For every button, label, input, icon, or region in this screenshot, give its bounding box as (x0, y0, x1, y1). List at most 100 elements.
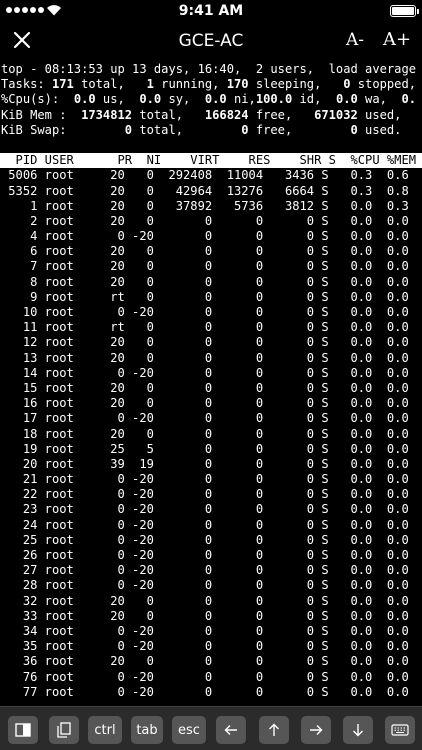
table-cell: 0 (153, 259, 213, 274)
terminal-output[interactable]: top - 08:13:53 up 13 days, 16:40, 2 user… (0, 62, 422, 706)
table-cell: 6664 (263, 183, 315, 198)
arrow-up-key[interactable] (259, 716, 289, 744)
table-row: 4 root 0 -20 0 0 0 S 0.0 0.0 (0, 229, 422, 244)
table-cell: 0 (153, 578, 213, 593)
table-cell: 20 (95, 198, 125, 213)
table-cell: 0.0 (328, 472, 373, 487)
table-cell: 0.0 (328, 289, 373, 304)
table-cell: 39 (95, 456, 125, 471)
process-table-header: PID USER PR NI VIRT RES SHR S %CPU %MEM (0, 153, 422, 169)
table-cell: 0 (212, 259, 264, 274)
table-cell: 0 (263, 411, 315, 426)
arrow-up-icon (269, 723, 279, 736)
mem-line: KiB Mem : 1734812 total, 166824 free, 67… (1, 107, 402, 122)
table-cell: 14 (1, 365, 38, 380)
table-cell: 25 (1, 532, 38, 547)
table-cell: S (314, 517, 329, 532)
table-cell: 26 (1, 548, 38, 562)
table-cell: root (37, 335, 96, 350)
table-cell: 0 (124, 213, 154, 228)
table-cell: 20 (95, 396, 125, 411)
table-row: 11 root rt 0 0 0 0 S 0.0 0.0 (0, 320, 422, 335)
table-cell: S (314, 274, 329, 289)
table-cell: -20 (124, 548, 154, 562)
table-cell: 0 (95, 548, 125, 562)
table-cell: 22 (1, 487, 38, 502)
table-row: 18 root 20 0 0 0 0 S 0.0 0.0 (0, 427, 422, 442)
table-cell: root (37, 289, 96, 304)
table-cell: 0.0 (372, 593, 409, 608)
ctrl-key[interactable]: ctrl (88, 716, 122, 744)
table-cell: 36 (1, 654, 38, 669)
table-cell: S (314, 411, 329, 426)
table-cell: 5352 (1, 183, 38, 198)
table-cell: 0.0 (372, 487, 409, 502)
table-row: 24 root 0 -20 0 0 0 S 0.0 0.0 (0, 518, 422, 533)
table-cell: 0.0 (328, 426, 373, 441)
table-cell: 13 (1, 350, 38, 365)
table-cell: 0.0 (328, 335, 373, 350)
table-cell: root (37, 380, 96, 395)
split-view-button[interactable] (8, 716, 38, 744)
table-cell: 20 (95, 168, 125, 183)
table-row: 22 root 0 -20 0 0 0 S 0.0 0.0 (0, 487, 422, 502)
table-cell: 0 (153, 502, 213, 517)
table-cell: 0.0 (372, 684, 409, 699)
table-cell: 0.0 (372, 380, 409, 395)
clipboard-button[interactable] (49, 716, 79, 744)
table-cell: 0 (153, 593, 213, 608)
table-row: 36 root 20 0 0 0 0 S 0.0 0.0 (0, 654, 422, 669)
table-cell: 0 (212, 517, 264, 532)
table-cell: root (37, 411, 96, 426)
table-cell: 0.0 (372, 289, 409, 304)
table-cell: -20 (124, 517, 154, 532)
table-cell: 0 (95, 487, 125, 502)
table-cell: 0 (212, 289, 264, 304)
table-cell: 0 (263, 244, 315, 259)
arrow-left-key[interactable] (216, 716, 246, 744)
table-cell: 7 (1, 259, 38, 274)
table-cell: 16 (1, 396, 38, 411)
table-cell: 10 (1, 305, 38, 319)
table-cell: root (37, 593, 96, 608)
table-cell: 0 (212, 639, 264, 654)
keyboard-toggle-button[interactable] (385, 716, 415, 744)
tab-key[interactable]: tab (131, 716, 163, 744)
arrow-left-icon (224, 725, 237, 735)
table-cell: 0.0 (328, 259, 373, 274)
arrow-down-key[interactable] (343, 716, 373, 744)
table-cell: root (37, 183, 96, 198)
tasks-line: Tasks: 171 total, 1 running, 170 sleepin… (1, 77, 417, 92)
table-cell: 0 (212, 411, 264, 426)
table-cell: 0 (124, 289, 154, 304)
table-cell: 0 (212, 502, 264, 517)
table-cell: 20 (95, 380, 125, 395)
table-cell: root (37, 654, 96, 669)
table-row: 28 root 0 -20 0 0 0 S 0.0 0.0 (0, 578, 422, 593)
table-cell: root (37, 168, 96, 183)
uptime-line: top - 08:13:53 up 13 days, 16:40, 2 user… (1, 62, 417, 76)
table-cell: 0.0 (328, 274, 373, 289)
arrow-right-key[interactable] (301, 716, 331, 744)
decrease-font-button[interactable]: A- (346, 30, 364, 50)
table-cell: 0 (124, 426, 154, 441)
table-cell: 12 (1, 335, 38, 350)
swap-line: KiB Swap: 0 total, 0 free, 0 used. (1, 122, 402, 137)
table-row: 25 root 0 -20 0 0 0 S 0.0 0.0 (0, 533, 422, 548)
table-cell: 18 (1, 426, 38, 441)
table-row: 32 root 20 0 0 0 0 S 0.0 0.0 (0, 594, 422, 609)
table-cell: 0.0 (372, 441, 409, 456)
table-cell: 0 (212, 244, 264, 259)
table-cell: S (314, 532, 329, 547)
table-cell: 0 (124, 608, 154, 623)
table-cell: 0.0 (328, 350, 373, 365)
table-cell: 0 (153, 548, 213, 562)
battery-icon (390, 5, 419, 17)
table-cell: 0 (95, 563, 125, 578)
table-cell: 0.0 (372, 320, 409, 335)
table-cell: 0 (212, 305, 264, 319)
table-cell: 0.0 (328, 684, 373, 699)
table-cell: 0 (263, 517, 315, 532)
esc-key[interactable]: esc (172, 716, 206, 744)
increase-font-button[interactable]: A+ (383, 29, 411, 50)
